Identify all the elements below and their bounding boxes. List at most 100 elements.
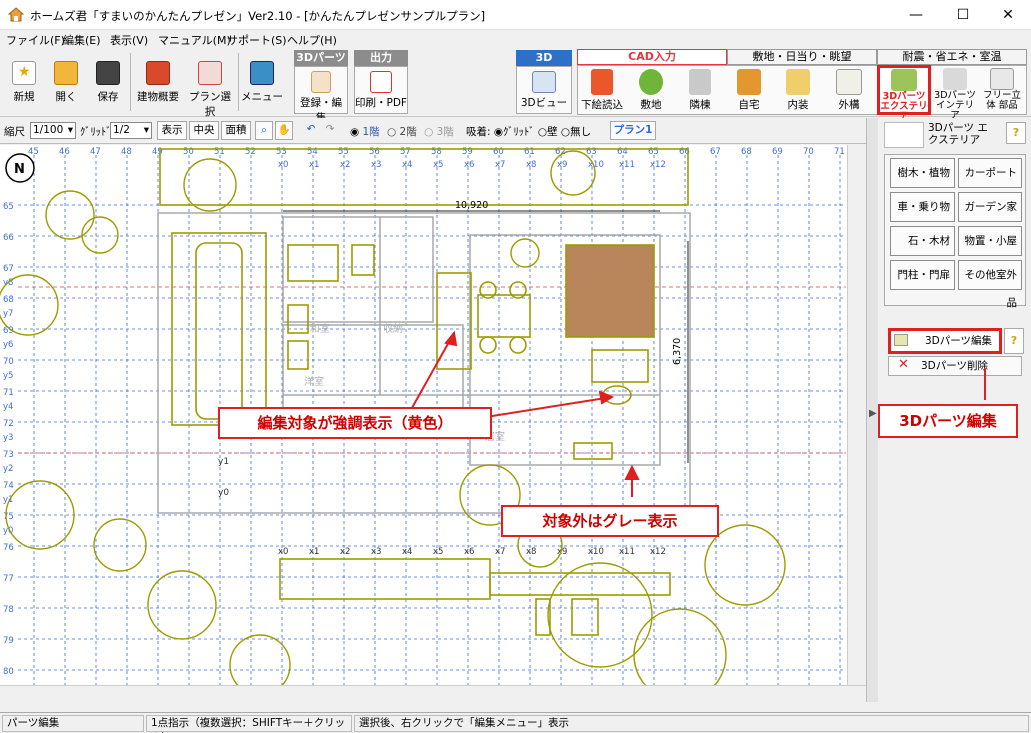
grid-value: 1/2 [113, 124, 130, 136]
y-tick-label: 79 [3, 636, 14, 646]
title-bar: ホームズ君「すまいのかんたんプレゼン」Ver2.10 - [かんたんプレゼンサン… [0, 0, 1031, 30]
undo-icon[interactable]: ↶ [302, 121, 320, 140]
y-tick-label: 71 [3, 388, 14, 398]
x-mark-label: x1 [309, 160, 319, 170]
x-mark-label: x3 [371, 547, 381, 557]
scale-select[interactable]: 1/100 ▾ [30, 122, 76, 139]
plan-button[interactable]: プラン1 [610, 121, 656, 140]
print-pdf-button[interactable]: 印刷・PDF [354, 66, 408, 114]
status-bar: パーツ編集 1点指示（複数選択：SHIFTキー＋クリック） 選択後、右クリックで… [0, 712, 1031, 733]
x-mark-label: x5 [433, 547, 443, 557]
category-stone-wood[interactable]: 石・木材 [890, 226, 955, 256]
pencil-plan-icon [198, 61, 222, 85]
category-garden-furniture[interactable]: ガーデン家具 [958, 192, 1022, 241]
menu-file[interactable]: ファイル(F) [6, 32, 65, 48]
snap-wall-label: 壁 [547, 126, 558, 138]
highlighted-parts[interactable] [159, 148, 689, 636]
x-mark-label: x1 [309, 547, 319, 557]
floor-3-radio[interactable]: ○ 3階 [424, 126, 454, 138]
save-button[interactable]: 保存 [88, 49, 128, 113]
underlay-load-button[interactable]: 下絵読込 [579, 67, 625, 113]
menu-button[interactable]: メニュー [240, 49, 284, 113]
floor-2-radio[interactable]: ○ 2階 [387, 126, 417, 138]
x-mark-label: x0 [278, 160, 288, 170]
y-tick-label: 70 [3, 357, 14, 367]
edit-help-icon[interactable]: ? [1004, 328, 1024, 354]
plan-select-button[interactable]: プラン選択 [185, 49, 235, 118]
category-carport[interactable]: カーポート [958, 158, 1022, 188]
zoom-icon[interactable]: ⌕ [255, 121, 273, 140]
menu-edit[interactable]: 編集(E) [63, 32, 101, 48]
new-file-icon: ★ [12, 61, 36, 85]
category-storage-shed[interactable]: 物置・小屋 [958, 226, 1022, 256]
free-solid-parts-button[interactable]: フリー立体 部品 [979, 67, 1025, 113]
category-vehicles[interactable]: 車・乗り物 [890, 192, 955, 222]
y-tick-label: 75 [3, 512, 14, 522]
redo-icon[interactable]: ↷ [321, 121, 339, 140]
x-tick-label: 45 [28, 147, 39, 157]
category-trees[interactable]: 樹木・植物 [890, 158, 955, 188]
tree-icon [639, 69, 663, 95]
callout-highlight: 編集対象が強調表示（黄色） [218, 407, 492, 439]
edit-cursor-icon [894, 334, 908, 346]
menu-support[interactable]: サポート(S) [227, 32, 287, 48]
center-button[interactable]: 中央 [189, 121, 219, 140]
3d-view-button[interactable]: 3Dビュー [516, 66, 572, 114]
new-button[interactable]: ★ 新規 [4, 49, 44, 113]
x-mark-label: x6 [464, 160, 474, 170]
y-mark-label: y6 [3, 340, 13, 350]
category-other-outdoor[interactable]: その他室外品 [958, 260, 1022, 309]
y-tick-label: 72 [3, 419, 14, 429]
maximize-button[interactable]: ☐ [940, 0, 986, 30]
help-button[interactable]: ? [1006, 122, 1026, 144]
3dparts-interior-button[interactable]: 3Dパーツ インテリア [933, 67, 977, 121]
snap-none-radio[interactable]: ○無し [561, 126, 591, 138]
x-mark-label: x11 [619, 547, 635, 557]
north-symbol: N [14, 162, 25, 177]
register-edit-button[interactable]: 登録・編集 [294, 66, 348, 124]
hand-pan-icon[interactable]: ✋ [275, 121, 293, 140]
menu-view[interactable]: 表示(V) [110, 32, 148, 48]
own-house-button[interactable]: 自宅 [726, 67, 772, 113]
interior-button[interactable]: 内装 [775, 67, 821, 113]
dimension-right-label: 6,370 [672, 338, 683, 365]
menu-manual[interactable]: マニュアル(M) [158, 32, 231, 48]
tab-cad-input[interactable]: CAD入力 [577, 49, 727, 65]
toolbar-separator [238, 53, 239, 111]
snap-grid-label: ｸﾞﾘｯﾄﾞ [503, 126, 535, 138]
panel-splitter[interactable]: ▶ [866, 118, 878, 702]
print-pdf-label: 印刷・PDF [355, 97, 407, 109]
interior-icon [786, 69, 810, 95]
building-overview-button[interactable]: 建物概要 [133, 49, 183, 113]
interior-label: 内装 [787, 99, 809, 111]
neighbor-building-button[interactable]: 隣棟 [677, 67, 723, 113]
menu-help[interactable]: ヘルプ(H) [287, 32, 337, 48]
grid-select[interactable]: 1/2 ▾ [110, 122, 152, 139]
y-tick-label: 73 [3, 450, 14, 460]
site-button[interactable]: 敷地 [628, 67, 674, 113]
snap-grid-radio[interactable]: ◉ｸﾞﾘｯﾄﾞ [494, 126, 535, 138]
scale-value: 1/100 [33, 124, 64, 136]
neighbor-building-label: 隣棟 [689, 99, 711, 111]
close-button[interactable]: ✕ [985, 0, 1031, 30]
snap-wall-radio[interactable]: ○壁 [538, 126, 558, 138]
free-solid-parts-label: フリー立体 部品 [982, 90, 1021, 111]
horizontal-scrollbar[interactable] [0, 685, 866, 702]
tab-seismic-energy[interactable]: 耐震・省エネ・室温 [877, 49, 1027, 65]
3dparts-exterior-button[interactable]: 3Dパーツ エクステリア [877, 65, 931, 122]
exterior-button[interactable]: 外構 [824, 67, 874, 113]
floor-radio-group: ◉ 1階 ○ 2階 ○ 3階 [350, 124, 454, 139]
vertical-scrollbar[interactable] [847, 145, 866, 685]
dimension-top-label: 10,920 [455, 200, 488, 211]
open-button[interactable]: 開く [46, 49, 86, 113]
snap-label: 吸着: [466, 126, 491, 138]
house-icon [146, 61, 170, 85]
window-title: ホームズ君「すまいのかんたんプレゼン」Ver2.10 - [かんたんプレゼンサン… [30, 9, 486, 23]
area-button[interactable]: 面積 [221, 121, 251, 140]
tab-site-sunlight[interactable]: 敷地・日当り・眺望 [727, 49, 877, 65]
display-button[interactable]: 表示 [157, 121, 187, 140]
floor-1-radio[interactable]: ◉ 1階 [350, 126, 380, 138]
category-gates[interactable]: 門柱・門扉 [890, 260, 955, 290]
menu-bar: ファイル(F) 編集(E) 表示(V) マニュアル(M) サポート(S) ヘルプ… [0, 30, 1031, 47]
minimize-button[interactable]: — [893, 0, 939, 30]
